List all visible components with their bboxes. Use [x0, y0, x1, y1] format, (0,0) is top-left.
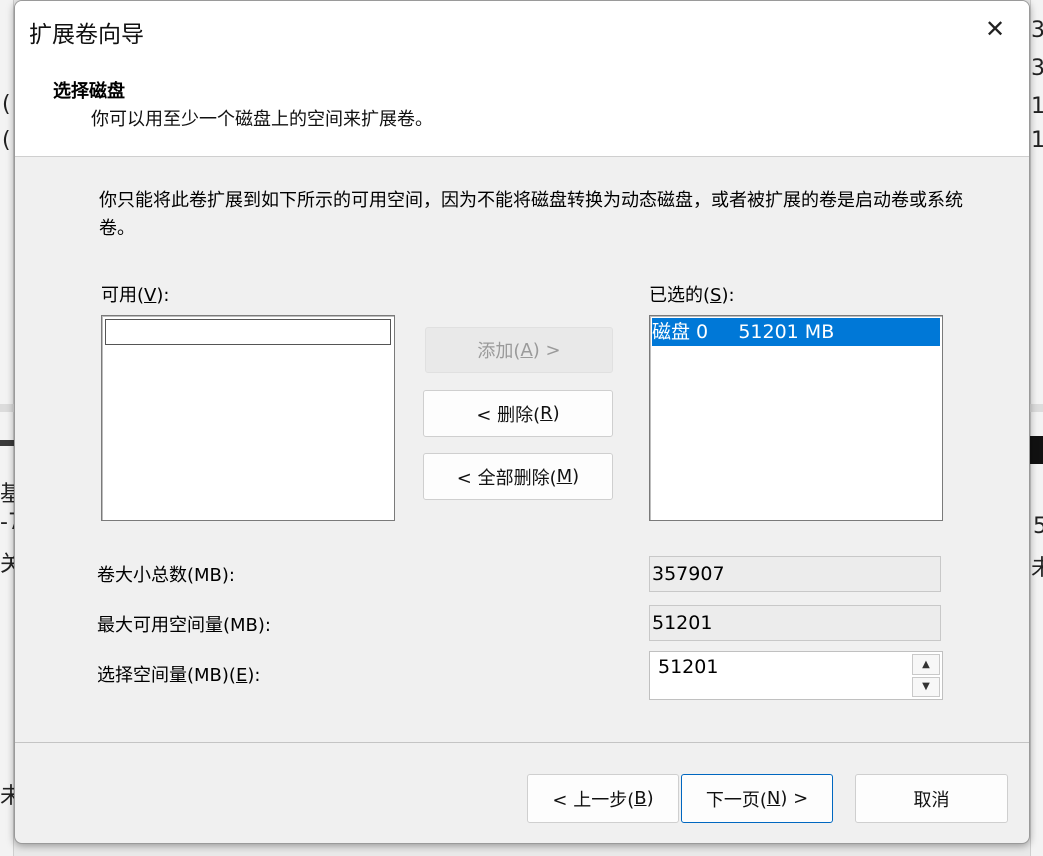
background-text: ( [2, 128, 11, 153]
description-text: 你只能将此卷扩展到如下所示的可用空间，因为不能将磁盘转换为动态磁盘，或者被扩展的… [99, 190, 963, 239]
background-text: 3 [1031, 56, 1043, 81]
background-text: 1 [1031, 94, 1043, 119]
back-button[interactable]: < 上一步(B) [527, 774, 679, 823]
available-label: 可用(V): [101, 285, 170, 306]
max-space-value: 51201 [649, 605, 941, 641]
page-title: 选择磁盘 [53, 81, 125, 102]
add-button[interactable]: 添加(A) > [425, 327, 613, 373]
wizard-header: 选择磁盘 你可以用至少一个磁盘上的空间来扩展卷。 [15, 61, 1029, 157]
selected-disks-list[interactable]: 磁盘 0 51201 MB [649, 315, 943, 521]
max-space-label: 最大可用空间量(MB): [97, 615, 271, 636]
spin-down-icon[interactable]: ▼ [912, 676, 940, 697]
title-bar: 扩展卷向导 ✕ [15, 1, 1029, 61]
dialog-title: 扩展卷向导 [29, 22, 144, 48]
list-item[interactable]: 磁盘 0 51201 MB [652, 318, 940, 346]
space-amount-input[interactable]: 51201 [658, 656, 718, 678]
background-bar-left [0, 440, 14, 446]
next-button[interactable]: 下一页(N) > [681, 774, 833, 823]
extend-volume-wizard-dialog: 扩展卷向导 ✕ 选择磁盘 你可以用至少一个磁盘上的空间来扩展卷。 你只能将此卷扩… [14, 0, 1030, 844]
space-amount-stepper[interactable]: 51201 ▲ ▼ [649, 651, 943, 700]
focus-rectangle [105, 319, 391, 345]
background-bar [1030, 436, 1043, 464]
footer-divider [15, 742, 1029, 743]
background-text: 1 [1031, 128, 1043, 153]
remove-button[interactable]: < 删除(R) [423, 390, 613, 437]
close-icon[interactable]: ✕ [975, 9, 1015, 49]
available-disks-list[interactable] [101, 315, 395, 521]
selected-label: 已选的(S): [649, 285, 735, 306]
background-text: 3 [1031, 18, 1043, 43]
cancel-button[interactable]: 取消 [855, 774, 1008, 823]
background-text: ( [2, 92, 11, 117]
total-size-value: 357907 [649, 556, 941, 592]
spin-up-icon[interactable]: ▲ [912, 654, 940, 675]
choose-space-label: 选择空间量(MB)(E): [97, 665, 261, 686]
remove-all-button[interactable]: < 全部删除(M) [423, 453, 613, 500]
total-size-label: 卷大小总数(MB): [97, 565, 235, 586]
page-subtitle: 你可以用至少一个磁盘上的空间来扩展卷。 [91, 109, 433, 130]
background-text: 5 [1033, 514, 1043, 539]
stepper-buttons: ▲ ▼ [912, 654, 940, 697]
background-text: 未 [1031, 556, 1043, 581]
